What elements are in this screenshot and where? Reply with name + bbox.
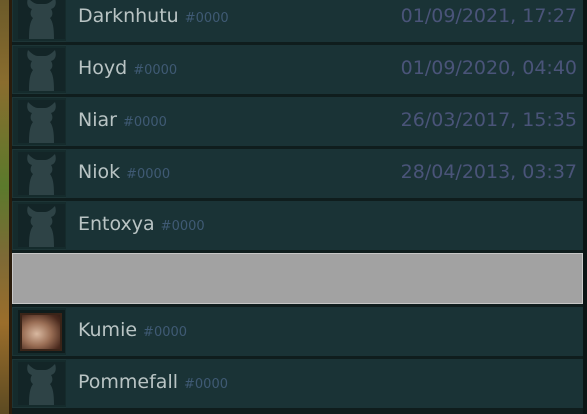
- last-seen-date: 01/09/2021, 17:27: [400, 5, 577, 27]
- avatar: [18, 310, 65, 353]
- contact-name: Kumie #0000: [78, 319, 188, 341]
- silhouette-icon: [27, 102, 56, 143]
- contact-row[interactable]: Pommefall #0000: [12, 359, 583, 408]
- last-seen-date: 28/04/2013, 03:37: [400, 161, 577, 183]
- avatar: [18, 362, 65, 405]
- silhouette-icon: [27, 0, 56, 39]
- contact-name: Darknhutu #0000: [78, 5, 229, 27]
- contact-tag: #0000: [160, 219, 205, 234]
- contact-row[interactable]: Kumie #0000: [12, 307, 583, 356]
- silhouette-icon: [27, 50, 56, 91]
- contact-tag: #0000: [133, 63, 178, 78]
- contact-info: Niok #0000 28/04/2013, 03:37: [66, 149, 583, 198]
- contact-name: Pommefall #0000: [78, 371, 228, 393]
- contact-tag: #0000: [143, 325, 188, 340]
- contact-list: Darknhutu #0000 01/09/2021, 17:27 Hoyd #00…: [12, 0, 583, 411]
- contact-info: Entoxya #0000: [66, 201, 583, 250]
- contact-name: Niok #0000: [78, 161, 171, 183]
- last-seen-date: 01/09/2020, 04:40: [400, 57, 577, 79]
- contact-info: Darknhutu #0000 01/09/2021, 17:27: [66, 0, 583, 42]
- avatar: [18, 100, 65, 143]
- avatar: [18, 204, 65, 247]
- contact-name: Hoyd #0000: [78, 57, 178, 79]
- contact-row[interactable]: Niar #0000 26/03/2017, 15:35: [12, 97, 583, 146]
- contact-row[interactable]: Hoyd #0000 01/09/2020, 04:40: [12, 45, 583, 94]
- contact-info: Niar #0000 26/03/2017, 15:35: [66, 97, 583, 146]
- avatar: [18, 48, 65, 91]
- empty-slot-row: [12, 253, 583, 304]
- contact-info: Kumie #0000: [66, 307, 583, 356]
- contact-name: Entoxya #0000: [78, 213, 205, 235]
- contact-info: Pommefall #0000: [66, 359, 583, 408]
- contact-row[interactable]: Niok #0000 28/04/2013, 03:37: [12, 149, 583, 198]
- contact-info: Hoyd #0000 01/09/2020, 04:40: [66, 45, 583, 94]
- contact-tag: #0000: [184, 11, 229, 26]
- avatar: [18, 152, 65, 195]
- silhouette-icon: [27, 364, 56, 405]
- contact-tag: #0000: [122, 115, 167, 130]
- silhouette-icon: [27, 206, 56, 247]
- scrollbar-track[interactable]: [583, 0, 587, 414]
- background-edge: [0, 0, 12, 414]
- silhouette-icon: [27, 154, 56, 195]
- photo-avatar: [20, 313, 62, 351]
- contact-name: Niar #0000: [78, 109, 167, 131]
- avatar: [18, 0, 65, 39]
- contact-row[interactable]: Darknhutu #0000 01/09/2021, 17:27: [12, 0, 583, 42]
- contact-tag: #0000: [126, 167, 171, 182]
- friend-list-panel: Darknhutu #0000 01/09/2021, 17:27 Hoyd #00…: [0, 0, 587, 414]
- last-seen-date: 26/03/2017, 15:35: [400, 109, 577, 131]
- contact-tag: #0000: [184, 377, 228, 392]
- contact-row[interactable]: Entoxya #0000: [12, 201, 583, 250]
